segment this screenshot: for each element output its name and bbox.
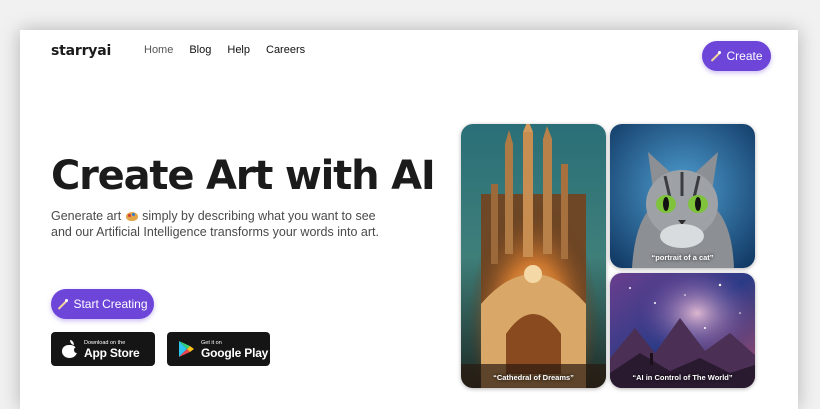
google-play-big-text: Google Play: [201, 345, 269, 360]
start-creating-label: Start Creating: [73, 297, 148, 311]
hero-description: Generate art simply by describing what y…: [51, 208, 391, 240]
palette-emoji-icon: [125, 212, 138, 221]
nav-home[interactable]: Home: [144, 44, 173, 56]
cathedral-caption: “Cathedral of Dreams”: [493, 373, 574, 382]
cathedral-artwork-image: [461, 124, 606, 388]
apple-icon: [62, 340, 79, 358]
cat-portrait-card[interactable]: “portrait of a cat”: [610, 124, 755, 268]
hero-desc-part-1: Generate art: [51, 209, 122, 223]
google-play-icon: [179, 341, 194, 357]
start-creating-button[interactable]: Start Creating: [51, 289, 154, 319]
space-artwork-image: [610, 273, 755, 388]
cat-caption: “portrait of a cat”: [651, 253, 714, 262]
logo[interactable]: starryai: [51, 43, 111, 59]
app-store-badge[interactable]: Download on the App Store: [51, 332, 155, 366]
page-frame: starryai Home Blog Help Careers Create C…: [20, 30, 798, 409]
magic-wand-icon: [710, 50, 722, 62]
main-nav: Home Blog Help Careers: [144, 44, 321, 56]
cathedral-artwork-card[interactable]: “Cathedral of Dreams”: [461, 124, 606, 388]
hero-title: Create Art with AI: [51, 153, 436, 199]
cat-portrait-image: [610, 124, 755, 268]
nav-blog[interactable]: Blog: [189, 44, 211, 56]
nav-careers[interactable]: Careers: [266, 44, 305, 56]
create-button[interactable]: Create: [702, 41, 771, 71]
google-play-badge[interactable]: Get it on Google Play: [167, 332, 270, 366]
nav-help[interactable]: Help: [227, 44, 250, 56]
magic-wand-icon: [57, 298, 69, 310]
hero-desc-part-2: simply by describing what you want to se…: [142, 209, 376, 223]
app-store-big-text: App Store: [84, 345, 140, 360]
space-artwork-card[interactable]: “AI in Control of The World”: [610, 273, 755, 388]
space-caption: “AI in Control of The World”: [632, 373, 733, 382]
create-button-label: Create: [726, 49, 763, 63]
hero-desc-part-3: and our Artificial Intelligence transfor…: [51, 225, 379, 239]
